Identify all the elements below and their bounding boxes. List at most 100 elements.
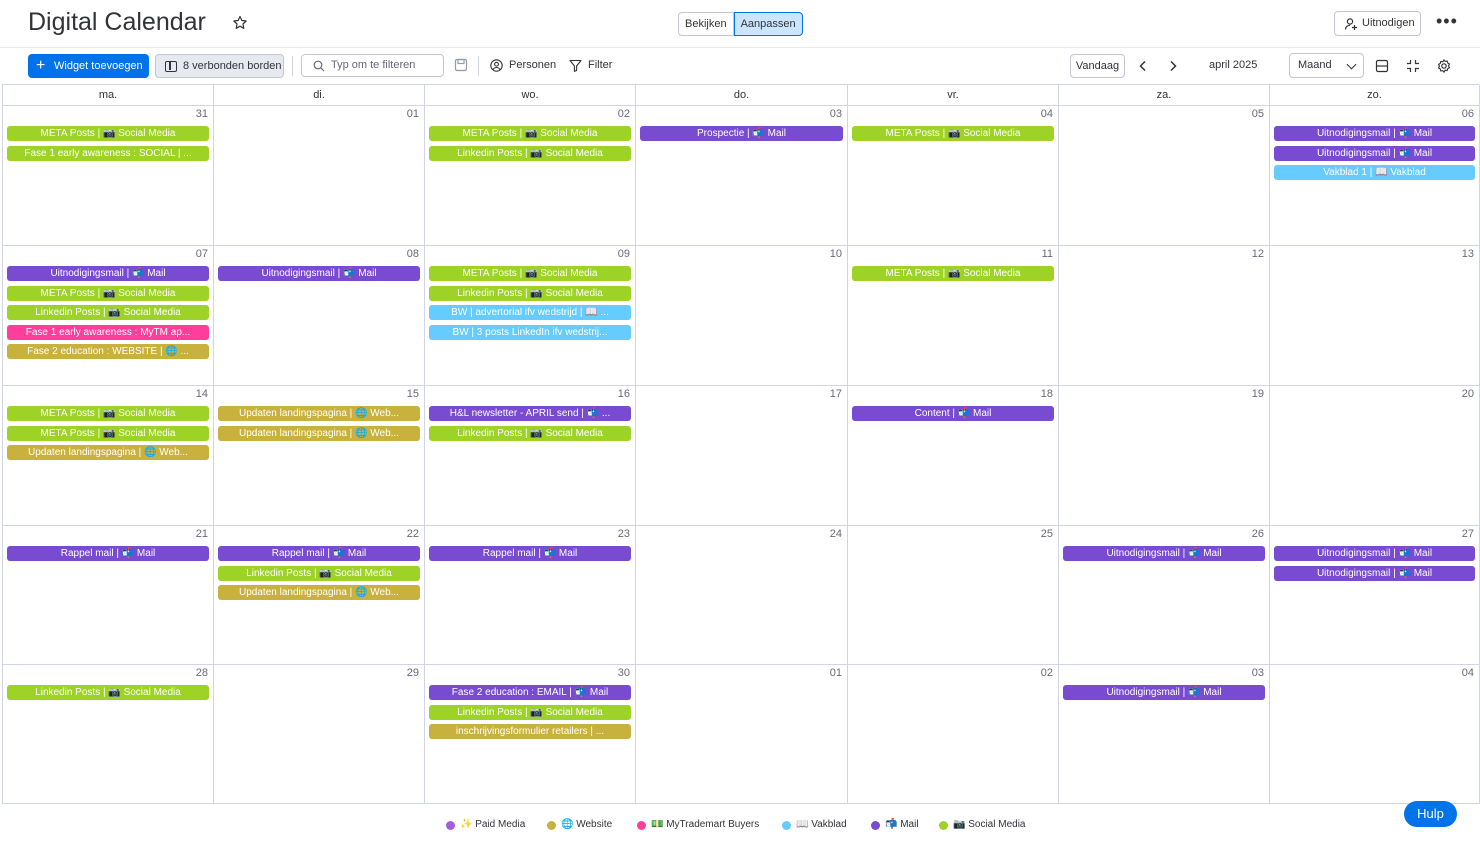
event-chip-mail[interactable]: Rappel mail | 📬 Mail [429, 546, 631, 561]
day-cell[interactable]: 04 META Posts | 📷 Social Media [848, 106, 1059, 246]
event-chip-mail[interactable]: Rappel mail | 📬 Mail [7, 546, 209, 561]
day-cell[interactable]: 05 [1059, 106, 1270, 246]
day-cell[interactable]: 10 [636, 246, 848, 386]
day-cell[interactable]: 14 META Posts | 📷 Social Media META Posts … [3, 386, 214, 526]
event-chip-social[interactable]: Linkedin Posts | 📷 Social Media [429, 425, 631, 441]
day-cell[interactable]: 02 [848, 665, 1059, 804]
event-chip-website[interactable]: inschrijvingsformulier retailers | ... [429, 724, 631, 740]
settings-icon[interactable] [1436, 58, 1452, 74]
fullscreen-icon[interactable] [1405, 58, 1421, 74]
day-cell[interactable]: 09 META Posts | 📷 Social Media Linkedin Po… [425, 246, 636, 386]
day-cell[interactable]: 24 [636, 526, 848, 665]
event-chip-social[interactable]: META Posts | 📷 Social Media [429, 266, 631, 281]
collapse-icon[interactable] [1374, 58, 1390, 74]
event-chip-mail[interactable]: Uitnodigingsmail | 📬 Mail [1274, 145, 1475, 161]
day-number: 04 [1461, 667, 1474, 679]
save-icon[interactable] [454, 58, 468, 72]
event-chip-social[interactable]: Linkedin Posts | 📷 Social Media [218, 565, 420, 581]
event-chip-social[interactable]: Linkedin Posts | 📷 Social Media [429, 145, 631, 161]
day-cell[interactable]: 31 META Posts | 📷 Social Media Fase 1 earl… [3, 106, 214, 246]
event-chip-mail[interactable]: H&L newsletter - APRIL send | 📬 ... [429, 406, 631, 421]
event-chip-mail[interactable]: Content | 📬 Mail [852, 406, 1054, 421]
event-chip-social[interactable]: META Posts | 📷 Social Media [7, 285, 209, 301]
event-chip-mail[interactable]: Uitnodigingsmail | 📬 Mail [1063, 546, 1265, 561]
event-chip-mail[interactable]: Uitnodigingsmail | 📬 Mail [218, 266, 420, 281]
help-button[interactable]: Hulp [1404, 801, 1457, 827]
day-cell[interactable]: 01 [214, 106, 425, 246]
day-number: 02 [617, 108, 630, 120]
event-chip-social[interactable]: META Posts | 📷 Social Media [852, 266, 1054, 281]
day-cell[interactable]: 25 [848, 526, 1059, 665]
event-chip-social[interactable]: Fase 1 early awareness : SOCIAL | ... [7, 145, 209, 161]
chevron-left-icon[interactable] [1135, 58, 1151, 74]
day-cell[interactable]: 29 [214, 665, 425, 804]
day-cell[interactable]: 18 Content | 📬 Mail [848, 386, 1059, 526]
event-chip-website[interactable]: Updaten landingspagina | 🌐 Web... [7, 445, 209, 461]
event-chip-vakblad[interactable]: BW | 3 posts LinkedIn ifv wedstrij... [429, 324, 631, 340]
event-chip-social[interactable]: META Posts | 📷 Social Media [852, 126, 1054, 141]
event-chip-mail[interactable]: Uitnodigingsmail | 📬 Mail [1063, 685, 1265, 700]
event-chip-mail[interactable]: Uitnodigingsmail | 📬 Mail [1274, 126, 1475, 141]
event-chip-mail[interactable]: Prospectie | 📬 Mail [640, 126, 843, 141]
day-cell[interactable]: 23 Rappel mail | 📬 Mail [425, 526, 636, 665]
event-chip-mytrademart[interactable]: Fase 1 early awareness : MyTM ap... [7, 324, 209, 340]
event-chip-social[interactable]: META Posts | 📷 Social Media [7, 425, 209, 441]
event-chip-social[interactable]: Linkedin Posts | 📷 Social Media [7, 305, 209, 321]
day-cell[interactable]: 12 [1059, 246, 1270, 386]
day-cell[interactable]: 03 Uitnodigingsmail | 📬 Mail [1059, 665, 1270, 804]
legend-item-website: 🌐 Website [547, 819, 612, 831]
day-cell[interactable]: 03 Prospectie | 📬 Mail [636, 106, 848, 246]
event-chip-mail[interactable]: Rappel mail | 📬 Mail [218, 546, 420, 561]
day-cell[interactable]: 27 Uitnodigingsmail | 📬 Mail Uitnodigingsm… [1270, 526, 1480, 665]
event-chip-social[interactable]: META Posts | 📷 Social Media [7, 406, 209, 421]
connected-boards-button[interactable]: 8 verbonden borden [155, 54, 284, 78]
day-cell[interactable]: 21 Rappel mail | 📬 Mail [3, 526, 214, 665]
event-chip-website[interactable]: Updaten landingspagina | 🌐 Web... [218, 585, 420, 601]
event-chip-social[interactable]: Linkedin Posts | 📷 Social Media [7, 685, 209, 700]
invite-button[interactable]: Uitnodigen [1334, 11, 1421, 36]
chevron-right-icon[interactable] [1165, 58, 1181, 74]
day-cell[interactable]: 02 META Posts | 📷 Social Media Linkedin Po… [425, 106, 636, 246]
event-chip-website[interactable]: Updaten landingspagina | 🌐 Web... [218, 406, 420, 421]
event-chip-mail[interactable]: Uitnodigingsmail | 📬 Mail [1274, 565, 1475, 581]
day-cell[interactable]: 26 Uitnodigingsmail | 📬 Mail [1059, 526, 1270, 665]
day-cell[interactable]: 13 [1270, 246, 1480, 386]
event-chip-social[interactable]: Linkedin Posts | 📷 Social Media [429, 285, 631, 301]
day-cell[interactable]: 30 Fase 2 education : EMAIL | 📬 Mail Linke… [425, 665, 636, 804]
day-cell[interactable]: 11 META Posts | 📷 Social Media [848, 246, 1059, 386]
day-cell[interactable]: 06 Uitnodigingsmail | 📬 Mail Uitnodigingsm… [1270, 106, 1480, 246]
event-chip-vakblad[interactable]: Vakblad 1 | 📖 Vakblad [1274, 165, 1475, 181]
event-chip-social[interactable]: META Posts | 📷 Social Media [429, 126, 631, 141]
today-button[interactable]: Vandaag [1070, 54, 1125, 78]
more-icon[interactable]: ••• [1436, 12, 1457, 32]
filter-input[interactable]: Typ om te filteren [301, 54, 444, 77]
star-icon[interactable] [232, 15, 248, 31]
event-chip-website[interactable]: Fase 2 education : WEBSITE | 🌐 ... [7, 344, 209, 360]
day-cell[interactable]: 20 [1270, 386, 1480, 526]
day-cell[interactable]: 19 [1059, 386, 1270, 526]
persons-label: Personen [509, 59, 557, 71]
day-cell[interactable]: 16 H&L newsletter - APRIL send | 📬 ... Lin… [425, 386, 636, 526]
day-cell[interactable]: 07 Uitnodigingsmail | 📬 Mail META Posts | … [3, 246, 214, 386]
event-chip-social[interactable]: Linkedin Posts | 📷 Social Media [429, 704, 631, 720]
day-cell[interactable]: 15 Updaten landingspagina | 🌐 Web... Updat… [214, 386, 425, 526]
day-cell[interactable]: 04 [1270, 665, 1480, 804]
day-cell[interactable]: 01 [636, 665, 848, 804]
day-cell[interactable]: 28 Linkedin Posts | 📷 Social Media [3, 665, 214, 804]
add-widget-button[interactable]: + Widget toevoegen [28, 54, 149, 78]
event-chip-mail[interactable]: Uitnodigingsmail | 📬 Mail [1274, 546, 1475, 561]
day-cell[interactable]: 17 [636, 386, 848, 526]
day-cell[interactable]: 22 Rappel mail | 📬 Mail Linkedin Posts | 📷… [214, 526, 425, 665]
view-select[interactable]: Maand [1289, 53, 1364, 78]
persons-filter-button[interactable]: Personen [490, 58, 556, 74]
event-chip-website[interactable]: Updaten landingspagina | 🌐 Web... [218, 425, 420, 441]
view-mode-aanpassen[interactable]: Aanpassen [733, 12, 803, 36]
filter-button[interactable]: Filter [569, 58, 612, 74]
event-chip-vakblad[interactable]: BW | advertorial ifv wedstrijd | 📖 ... [429, 305, 631, 321]
event-chip-social[interactable]: META Posts | 📷 Social Media [7, 126, 209, 141]
day-cell[interactable]: 08 Uitnodigingsmail | 📬 Mail [214, 246, 425, 386]
event-chip-mail[interactable]: Fase 2 education : EMAIL | 📬 Mail [429, 685, 631, 700]
day-number: 20 [1461, 388, 1474, 400]
view-mode-bekijken[interactable]: Bekijken [678, 12, 734, 36]
event-chip-mail[interactable]: Uitnodigingsmail | 📬 Mail [7, 266, 209, 281]
